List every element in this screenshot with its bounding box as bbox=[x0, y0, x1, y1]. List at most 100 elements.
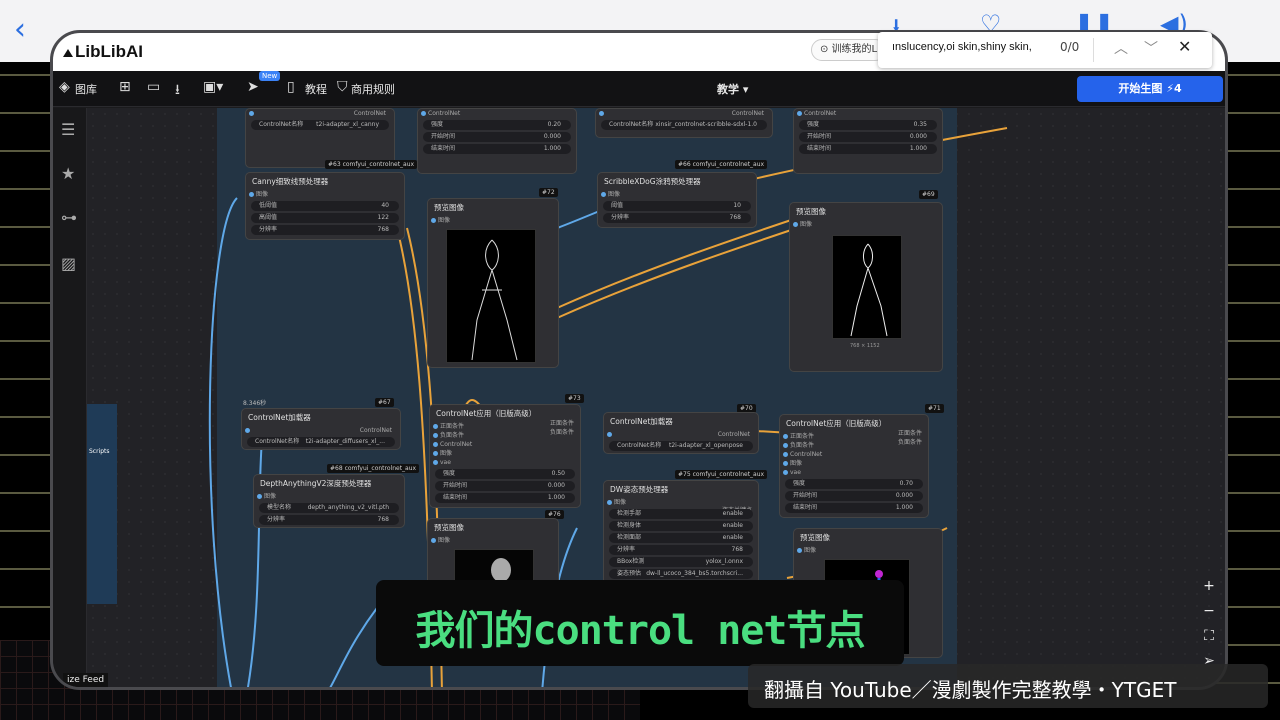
workspace-label: 教学 bbox=[717, 83, 739, 96]
loader-67-tag: #67 bbox=[375, 398, 394, 407]
train-model-button[interactable]: ⊙ 训练我的L bbox=[811, 39, 887, 61]
back-arrow-icon[interactable]: ‹ bbox=[14, 12, 26, 47]
share-icon[interactable]: ➤ bbox=[247, 79, 259, 95]
new-file-icon[interactable]: ⊞ bbox=[119, 79, 131, 95]
shield-icon: ⛉ bbox=[337, 79, 348, 95]
dw-row[interactable]: 姿态预估 dw-ll_ucoco_384_bs5.torchscri... bbox=[609, 569, 753, 579]
port-image: 图像 bbox=[246, 190, 404, 199]
port-controlnet: ControlNet bbox=[430, 440, 580, 449]
strength-row[interactable]: 强度 0.70 bbox=[785, 479, 923, 489]
controlnet-loader-67-node[interactable]: ControlNet加载器 ControlNet ControlNet名称 t2i… bbox=[241, 408, 401, 450]
end-row[interactable]: 结束时间 1.000 bbox=[423, 144, 571, 154]
layers-icon[interactable]: ◈ bbox=[59, 79, 70, 95]
image-icon[interactable]: ▨ bbox=[61, 254, 76, 273]
controlnet-apply-73-node[interactable]: ControlNet应用（旧版高级） 正面条件 负面条件 ControlNet … bbox=[429, 404, 581, 508]
canny-figure-icon bbox=[471, 239, 518, 361]
find-divider bbox=[1093, 38, 1094, 62]
end-row[interactable]: 结束时间 1.000 bbox=[435, 493, 575, 503]
resolution-row[interactable]: 分辨率 768 bbox=[603, 213, 751, 223]
start-row[interactable]: 开始时间 0.000 bbox=[423, 132, 571, 142]
port-image: 图像 bbox=[790, 220, 942, 229]
feed-label[interactable]: ize Feed bbox=[63, 673, 109, 687]
controlnet-name-row[interactable]: ControlNet名称 t2i-adapter_xl_openpose bbox=[609, 441, 753, 451]
controlnet-params-top-left[interactable]: ControlNet 强度 0.20 开始时间 0.000 结束时间 1.000 bbox=[417, 108, 577, 174]
dw-row[interactable]: 检测面部 enable bbox=[609, 533, 753, 543]
port-negative-out: 负面条件 bbox=[549, 429, 574, 436]
start-cost: 4 bbox=[1173, 82, 1182, 95]
strength-row[interactable]: 强度 0.35 bbox=[799, 120, 937, 130]
find-input[interactable]: ınslucency,oi skin,shiny skin, bbox=[892, 41, 1032, 53]
start-row[interactable]: 开始时间 0.000 bbox=[785, 491, 923, 501]
chevron-up-icon[interactable]: ︿ bbox=[1114, 38, 1128, 58]
chevron-down-icon[interactable]: ﹀ bbox=[1144, 38, 1158, 58]
controlnet-apply-71-node[interactable]: ControlNet应用（旧版高级） 正面条件 负面条件 ControlNet … bbox=[779, 414, 929, 518]
row-label: 开始时间 bbox=[807, 133, 832, 140]
preview-69-node[interactable]: 预览图像 图像 768 × 1152 bbox=[789, 202, 943, 372]
loader-67-status: 8.346秒 bbox=[243, 400, 267, 407]
row-value: enable bbox=[722, 534, 743, 541]
tutorial-link[interactable]: 教程 bbox=[305, 81, 327, 97]
star-icon[interactable]: ★ bbox=[61, 164, 75, 183]
strength-row[interactable]: 强度 0.50 bbox=[435, 469, 575, 479]
start-generate-button[interactable]: 开始生图 ⚡4 bbox=[1077, 76, 1223, 102]
row-value: 40 bbox=[381, 202, 389, 209]
apply-73-tag: #73 bbox=[565, 394, 584, 403]
controlnet-name-row[interactable]: ControlNet名称 xinsir_controlnet-scribble-s… bbox=[601, 120, 767, 130]
liblib-logo[interactable]: LibLibAI bbox=[63, 42, 143, 62]
model-row[interactable]: 模型名称 depth_anything_v2_vitl.pth bbox=[259, 503, 399, 513]
row-label: ControlNet名称 bbox=[609, 121, 654, 128]
fit-view-icon[interactable]: ⛶ bbox=[1199, 628, 1219, 653]
end-row[interactable]: 结束时间 1.000 bbox=[785, 503, 923, 513]
workspace-dropdown[interactable]: 教学 ▾ bbox=[717, 81, 748, 97]
dw-row[interactable]: 分辨率 768 bbox=[609, 545, 753, 555]
controlnet-apply-top-left[interactable]: ControlNet ControlNet名称 t2i-adapter_xl_ca… bbox=[245, 108, 395, 168]
controlnet-params-top-right[interactable]: ControlNet 强度 0.35 开始时间 0.000 结束时间 1.000 bbox=[793, 108, 943, 174]
folder-icon[interactable]: ▭ bbox=[147, 79, 160, 95]
row-label: 开始时间 bbox=[431, 133, 456, 140]
start-label: 开始生图 bbox=[1118, 82, 1163, 95]
row-value: 1.000 bbox=[547, 494, 565, 501]
node-title: ControlNet加载器 bbox=[610, 417, 673, 426]
port-image: 图像 bbox=[430, 449, 580, 458]
resolution-row[interactable]: 分辨率 768 bbox=[259, 515, 399, 525]
library-button[interactable]: 图库 bbox=[75, 81, 97, 97]
close-icon[interactable]: ✕ bbox=[1178, 37, 1191, 56]
end-row[interactable]: 结束时间 1.000 bbox=[799, 144, 937, 154]
controlnet-name-row[interactable]: ControlNet名称 t2i-adapter_diffusers_xl_... bbox=[247, 437, 395, 447]
strength-row[interactable]: 强度 0.20 bbox=[423, 120, 571, 130]
controlnet-loader-top-mid[interactable]: ControlNet ControlNet名称 xinsir_controlnet… bbox=[595, 108, 773, 138]
row-label: 阈值 bbox=[611, 202, 624, 209]
start-row[interactable]: 开始时间 0.000 bbox=[435, 481, 575, 491]
save-icon[interactable]: ▣▾ bbox=[203, 79, 223, 95]
controlnet-loader-70-node[interactable]: ControlNet加载器 ControlNet ControlNet名称 t2i… bbox=[603, 412, 759, 454]
low-threshold-row[interactable]: 低阈值 40 bbox=[251, 201, 399, 211]
row-label: 结束时间 bbox=[793, 504, 818, 511]
row-label: BBox检测 bbox=[617, 558, 645, 565]
canny-preprocessor-node[interactable]: Canny细致线预处理器 图像 低阈值 40 高阈值 122 分辨率 768 bbox=[245, 172, 405, 240]
row-value: 1.000 bbox=[909, 145, 927, 152]
resolution-row[interactable]: 分辨率 768 bbox=[251, 225, 399, 235]
port-vae: vae bbox=[430, 458, 580, 467]
dw-row[interactable]: 检测身体 enable bbox=[609, 521, 753, 531]
list-icon[interactable]: ☰ bbox=[61, 120, 75, 139]
dw-row[interactable]: BBox检测 yolox_l.onnx bbox=[609, 557, 753, 567]
zoom-out-icon[interactable]: − bbox=[1199, 603, 1219, 628]
row-label: 强度 bbox=[431, 121, 444, 128]
left-rail: ☰ ★ ⊶ ▨ bbox=[53, 108, 87, 687]
scribble-preprocessor-node[interactable]: ScribbleXDoG涂鸦预处理器 图像 阈值 10 分辨率 768 bbox=[597, 172, 757, 228]
tree-icon[interactable]: ⊶ bbox=[61, 208, 77, 227]
download-file-icon[interactable]: ⭳ bbox=[175, 79, 180, 103]
threshold-row[interactable]: 阈值 10 bbox=[603, 201, 751, 211]
dw-row[interactable]: 检测手部 enable bbox=[609, 509, 753, 519]
zoom-in-icon[interactable]: + bbox=[1199, 578, 1219, 603]
depth-anything-node[interactable]: DepthAnythingV2深度预处理器 图像 模型名称 depth_anyth… bbox=[253, 474, 405, 528]
preview-72-node[interactable]: 预览图像 图像 bbox=[427, 198, 559, 368]
scribble-figure-icon bbox=[850, 243, 888, 337]
commercial-rules-link[interactable]: 商用规则 bbox=[351, 81, 395, 97]
logo-mark-icon bbox=[63, 49, 73, 57]
high-threshold-row[interactable]: 高阈值 122 bbox=[251, 213, 399, 223]
port-controlnet: ControlNet bbox=[418, 109, 576, 118]
preview-size: 768 × 1152 bbox=[850, 343, 880, 349]
controlnet-name-row[interactable]: ControlNet名称 t2i-adapter_xl_canny bbox=[251, 120, 389, 130]
start-row[interactable]: 开始时间 0.000 bbox=[799, 132, 937, 142]
